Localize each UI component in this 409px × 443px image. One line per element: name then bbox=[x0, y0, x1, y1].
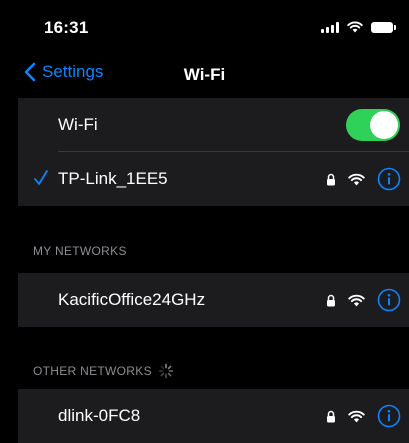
cellular-signal-icon bbox=[321, 21, 339, 33]
wifi-toggle-switch[interactable] bbox=[346, 109, 400, 141]
wifi-status-icon bbox=[347, 21, 363, 33]
lock-icon bbox=[327, 173, 335, 185]
wifi-signal-icon bbox=[348, 410, 365, 422]
checkmark-icon bbox=[34, 170, 48, 185]
info-icon[interactable] bbox=[377, 404, 401, 428]
status-bar: 16:31 bbox=[0, 0, 409, 52]
network-row[interactable]: KacificOffice24GHz bbox=[18, 273, 409, 327]
network-row-icons bbox=[326, 273, 401, 327]
other-networks-group: dlink-0FC8 bbox=[18, 389, 409, 443]
info-icon[interactable] bbox=[377, 167, 401, 191]
lock-icon bbox=[327, 294, 335, 306]
wifi-toggle-row: Wi-Fi bbox=[18, 98, 409, 152]
status-icons bbox=[321, 21, 396, 33]
network-row-icons bbox=[326, 389, 401, 443]
other-networks-header-label: OTHER NETWORKS bbox=[33, 364, 152, 378]
wifi-signal-icon bbox=[348, 294, 365, 306]
info-icon[interactable] bbox=[377, 288, 401, 312]
toggle-knob bbox=[370, 111, 398, 139]
network-row[interactable]: dlink-0FC8 bbox=[18, 389, 409, 443]
lock-icon bbox=[327, 410, 335, 422]
status-time: 16:31 bbox=[44, 18, 89, 37]
wifi-settings-screen: 16:31 Settings Wi-Fi Wi-Fi TP-Link_1EE5 … bbox=[0, 0, 409, 443]
connected-network-name: TP-Link_1EE5 bbox=[58, 169, 168, 188]
my-networks-header: MY NETWORKS bbox=[33, 244, 127, 258]
battery-icon bbox=[371, 21, 396, 33]
loading-spinner-icon bbox=[158, 363, 174, 379]
my-networks-header-label: MY NETWORKS bbox=[33, 244, 127, 258]
wifi-main-group: Wi-Fi TP-Link_1EE5 bbox=[18, 98, 409, 206]
other-networks-header: OTHER NETWORKS bbox=[33, 363, 174, 379]
page-title: Wi-Fi bbox=[183, 65, 226, 84]
network-row-icons bbox=[326, 152, 401, 206]
connected-network-row[interactable]: TP-Link_1EE5 bbox=[18, 152, 409, 206]
wifi-signal-icon bbox=[348, 173, 365, 185]
network-name: dlink-0FC8 bbox=[58, 406, 141, 425]
network-name: KacificOffice24GHz bbox=[58, 290, 206, 309]
navigation-bar: Settings Wi-Fi bbox=[0, 52, 409, 98]
wifi-toggle-label: Wi-Fi bbox=[58, 115, 98, 134]
my-networks-group: KacificOffice24GHz bbox=[18, 273, 409, 327]
